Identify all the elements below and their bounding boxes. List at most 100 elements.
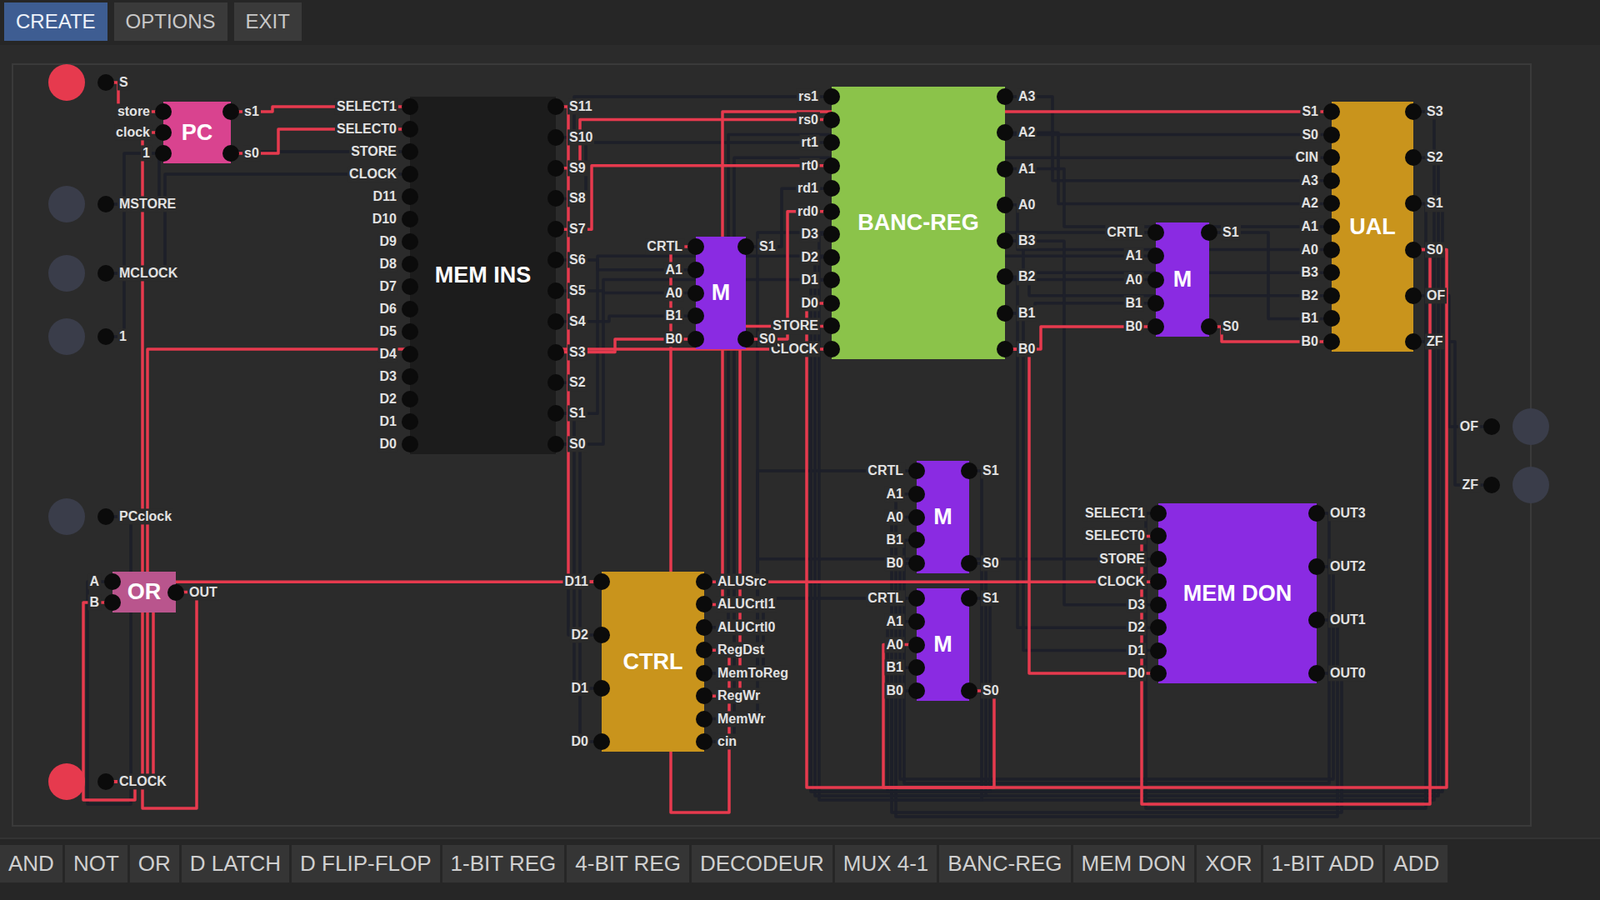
- pin[interactable]: [996, 88, 1014, 105]
- pin[interactable]: [593, 680, 610, 697]
- pin[interactable]: [996, 124, 1014, 141]
- pin[interactable]: [1150, 665, 1167, 682]
- pin[interactable]: [1323, 126, 1340, 144]
- pin[interactable]: [155, 103, 172, 120]
- pin[interactable]: [1308, 611, 1325, 629]
- pin[interactable]: [1323, 195, 1340, 212]
- pin[interactable]: [547, 220, 565, 238]
- pin[interactable]: [687, 307, 705, 325]
- pin[interactable]: [695, 687, 713, 705]
- pin[interactable]: [1308, 665, 1325, 682]
- tool-button[interactable]: D LATCH: [181, 845, 290, 883]
- pin[interactable]: [960, 590, 978, 607]
- input-toggle[interactable]: [48, 255, 85, 292]
- tool-button[interactable]: NOT: [65, 845, 128, 883]
- tool-button[interactable]: OR: [130, 845, 180, 883]
- component-box[interactable]: CTRL: [601, 571, 705, 752]
- pin[interactable]: [737, 330, 755, 348]
- pin[interactable]: [547, 282, 565, 300]
- input-toggle[interactable]: [48, 318, 85, 355]
- pin[interactable]: [1147, 318, 1165, 335]
- pin[interactable]: [687, 330, 705, 348]
- pin[interactable]: [823, 134, 840, 151]
- pin[interactable]: [97, 508, 115, 525]
- pin[interactable]: [687, 261, 705, 279]
- pin[interactable]: [823, 295, 840, 312]
- pin[interactable]: [1147, 271, 1165, 289]
- pin[interactable]: [996, 160, 1014, 178]
- tool-button[interactable]: 4-BIT REG: [566, 845, 690, 883]
- pin[interactable]: [401, 165, 419, 183]
- input-toggle[interactable]: [48, 185, 85, 223]
- pin[interactable]: [1405, 241, 1422, 259]
- pin[interactable]: [908, 531, 925, 549]
- pin[interactable]: [695, 595, 713, 613]
- pin[interactable]: [547, 129, 565, 146]
- pin[interactable]: [401, 188, 419, 205]
- pin[interactable]: [401, 368, 419, 385]
- pin[interactable]: [401, 255, 419, 273]
- pin[interactable]: [737, 238, 755, 255]
- pin[interactable]: [401, 435, 419, 453]
- pin[interactable]: [1405, 195, 1422, 212]
- pin[interactable]: [547, 344, 565, 361]
- pin[interactable]: [823, 340, 840, 358]
- tool-button[interactable]: ADD: [1385, 845, 1448, 883]
- pin[interactable]: [1323, 287, 1340, 305]
- input-toggle[interactable]: [48, 498, 85, 535]
- tool-button[interactable]: DECODEUR: [691, 845, 833, 883]
- pin[interactable]: [1323, 241, 1340, 259]
- pin[interactable]: [908, 509, 925, 526]
- pin[interactable]: [1150, 550, 1167, 568]
- input-toggle[interactable]: [48, 64, 85, 101]
- pin[interactable]: [908, 485, 925, 503]
- tool-button[interactable]: D FLIP-FLOP: [291, 845, 440, 883]
- pin[interactable]: [695, 641, 713, 659]
- pin[interactable]: [908, 613, 925, 630]
- component-box[interactable]: BANC-REG: [831, 86, 1005, 360]
- pin[interactable]: [155, 124, 172, 141]
- pin[interactable]: [695, 710, 713, 728]
- tool-button[interactable]: MEM DON: [1073, 845, 1195, 883]
- pin[interactable]: [593, 573, 610, 590]
- tool-button[interactable]: XOR: [1196, 845, 1260, 883]
- pin[interactable]: [823, 249, 840, 266]
- pin[interactable]: [1323, 172, 1340, 190]
- pin[interactable]: [695, 665, 713, 682]
- pin[interactable]: [1147, 224, 1165, 241]
- pin[interactable]: [401, 323, 419, 340]
- pin[interactable]: [401, 98, 419, 115]
- pin[interactable]: [960, 555, 978, 572]
- component-box[interactable]: MEM INS: [410, 96, 556, 455]
- pin[interactable]: [1150, 573, 1167, 590]
- pin[interactable]: [104, 573, 121, 590]
- tool-button[interactable]: 1-BIT REG: [442, 845, 565, 883]
- pin[interactable]: [1150, 619, 1167, 636]
- pin[interactable]: [97, 74, 115, 91]
- pin[interactable]: [1405, 103, 1422, 120]
- pin[interactable]: [401, 390, 419, 408]
- pin[interactable]: [996, 340, 1014, 358]
- pin[interactable]: [547, 435, 565, 453]
- pin[interactable]: [1323, 149, 1340, 166]
- circuit-canvas[interactable]: PCstoreclock1s1s0ORABOUTMEM INSSELECT1SE…: [0, 45, 1600, 838]
- pin[interactable]: [547, 251, 565, 269]
- menu-tab[interactable]: EXIT: [234, 2, 302, 41]
- pin[interactable]: [1150, 527, 1167, 545]
- pin[interactable]: [687, 238, 705, 255]
- pin[interactable]: [908, 636, 925, 654]
- pin[interactable]: [1405, 287, 1422, 305]
- pin[interactable]: [1483, 418, 1500, 435]
- pin[interactable]: [401, 345, 419, 363]
- pin[interactable]: [823, 225, 840, 243]
- component-box[interactable]: UAL: [1331, 101, 1414, 352]
- pin[interactable]: [401, 233, 419, 250]
- pin[interactable]: [401, 210, 419, 228]
- pin[interactable]: [547, 190, 565, 207]
- pin[interactable]: [823, 180, 840, 197]
- tool-button[interactable]: 1-BIT ADD: [1263, 845, 1384, 883]
- component-box[interactable]: OR: [112, 571, 176, 613]
- pin[interactable]: [97, 195, 115, 213]
- pin[interactable]: [695, 619, 713, 636]
- pin[interactable]: [960, 682, 978, 700]
